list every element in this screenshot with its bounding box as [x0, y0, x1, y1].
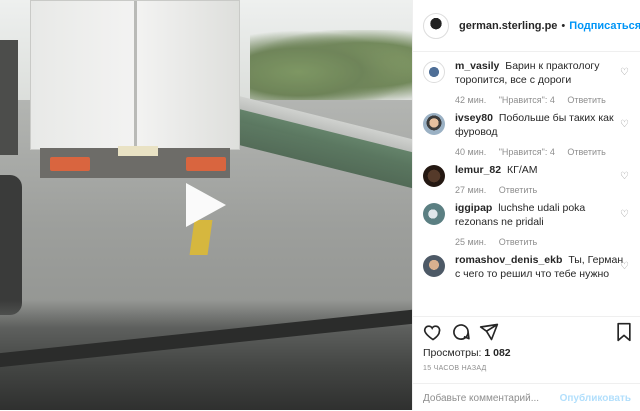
heart-icon[interactable] [423, 322, 443, 342]
small-heart-icon[interactable]: ♡ [620, 209, 629, 220]
follow-button[interactable]: Подписаться [569, 20, 640, 32]
video-player[interactable] [0, 0, 412, 410]
comment-item: lemur_82 КГ/АМ 27 мин. Ответить ♡ [413, 157, 640, 195]
comment-item: m_vasily Барин к практологу торопится, в… [413, 53, 640, 105]
post-side-panel: german.sterling.pe • Подписаться m_vasil… [412, 0, 640, 410]
comment-time[interactable]: 27 мин. [455, 185, 486, 195]
small-heart-icon[interactable]: ♡ [620, 119, 629, 130]
commenter-username[interactable]: romashov_denis_ekb [455, 254, 562, 266]
truck-tail-light-left [50, 157, 90, 171]
commenter-username[interactable]: ivsey80 [455, 112, 493, 124]
commenter-avatar[interactable] [423, 255, 445, 277]
add-comment-bar: Добавьте комментарий... Опубликовать [413, 383, 640, 411]
commenter-avatar[interactable] [423, 113, 445, 135]
comment-time[interactable]: 25 мин. [455, 237, 486, 247]
share-icon[interactable] [479, 322, 499, 342]
post-header: german.sterling.pe • Подписаться [413, 0, 640, 52]
video-left-vehicle [0, 40, 18, 155]
comment-item: ivsey80 Побольше бы таких как фуровод 40… [413, 105, 640, 157]
video-trees [250, 30, 412, 100]
views-number: 1 082 [484, 347, 511, 359]
commenter-username[interactable]: m_vasily [455, 60, 499, 72]
header-separator: • [561, 19, 566, 32]
action-icons-row [423, 322, 633, 346]
video-truck-trailer [30, 0, 240, 151]
small-heart-icon[interactable]: ♡ [620, 67, 629, 78]
commenter-username[interactable]: iggipap [455, 202, 492, 214]
post-timestamp[interactable]: 15 ЧАСОВ НАЗАД [423, 365, 487, 372]
comment-text: КГ/АМ [507, 164, 538, 176]
reply-button[interactable]: Ответить [499, 185, 537, 195]
comment-time[interactable]: 40 мин. [455, 147, 486, 157]
truck-door-seam [134, 1, 137, 151]
author-avatar[interactable] [423, 12, 449, 39]
small-heart-icon[interactable]: ♡ [620, 261, 629, 272]
publish-button[interactable]: Опубликовать [560, 393, 631, 404]
comment-likes[interactable]: "Нравится": 4 [499, 147, 555, 157]
reply-button[interactable]: Ответить [499, 237, 537, 247]
bookmark-icon[interactable] [615, 322, 633, 342]
reply-button[interactable]: Ответить [567, 95, 605, 105]
instagram-post-modal: german.sterling.pe • Подписаться m_vasil… [0, 0, 640, 410]
commenter-username[interactable]: lemur_82 [455, 164, 501, 176]
views-label: Просмотры: [423, 347, 482, 359]
small-heart-icon[interactable]: ♡ [620, 171, 629, 182]
comment-input[interactable]: Добавьте комментарий... [423, 393, 539, 404]
comments-list[interactable]: m_vasily Барин к практологу торопится, в… [413, 53, 640, 310]
truck-tail-light-right [186, 157, 226, 171]
comment-icon[interactable] [451, 322, 471, 342]
commenter-avatar[interactable] [423, 203, 445, 225]
truck-license-plate [118, 146, 158, 156]
comment-likes[interactable]: "Нравится": 4 [499, 95, 555, 105]
author-username[interactable]: german.sterling.pe [459, 20, 557, 32]
commenter-avatar[interactable] [423, 165, 445, 187]
post-actions: Просмотры: 1 082 15 ЧАСОВ НАЗАД Добавьте… [413, 316, 640, 410]
reply-button[interactable]: Ответить [567, 147, 605, 157]
views-count: Просмотры: 1 082 [423, 347, 511, 359]
commenter-avatar[interactable] [423, 61, 445, 83]
comment-time[interactable]: 42 мин. [455, 95, 486, 105]
comment-item: romashov_denis_ekb Ты, Герман с чего то … [413, 247, 640, 281]
play-icon[interactable] [186, 183, 226, 227]
comment-item: iggipap luchshe udali poka rezonans ne p… [413, 195, 640, 247]
video-left-vehicle-near [0, 175, 22, 315]
